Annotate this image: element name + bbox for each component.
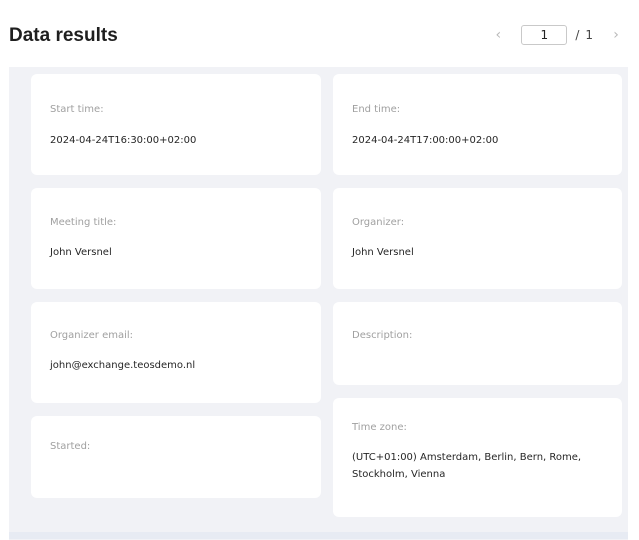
chevron-left-icon[interactable]: ‹ <box>491 27 505 43</box>
organizer-email-card: Organizer email: john@exchange.teosdemo.… <box>31 302 321 403</box>
bottom-strip <box>9 532 628 539</box>
description-label: Description: <box>352 330 413 341</box>
meeting-title-value: John Versnel <box>50 247 112 258</box>
page-separator: / <box>575 28 580 42</box>
organizer-email-value: john@exchange.teosdemo.nl <box>50 360 196 371</box>
chevron-right-icon[interactable]: › <box>609 27 623 43</box>
meeting-title-card: Meeting title: John Versnel <box>31 188 321 289</box>
meeting-title-label: Meeting title: <box>50 217 117 228</box>
start-time-label: Start time: <box>50 104 104 115</box>
end-time-label: End time: <box>352 104 401 115</box>
organizer-email-label: Organizer email: <box>50 330 134 341</box>
start-time-value: 2024-04-24T16:30:00+02:00 <box>50 135 197 146</box>
organizer-label: Organizer: <box>352 217 405 228</box>
page-title: Data results <box>9 25 118 46</box>
organizer-value: John Versnel <box>352 247 414 258</box>
total-pages: 1 <box>585 28 593 42</box>
time-zone-card: Time zone: (UTC+01:00) Amsterdam, Berlin… <box>333 398 622 517</box>
description-card: Description: <box>333 302 622 385</box>
page-number-input[interactable] <box>521 25 568 45</box>
end-time-card: End time: 2024-04-24T17:00:00+02:00 <box>333 74 622 175</box>
results-panel: Start time: 2024-04-24T16:30:00+02:00 En… <box>9 67 628 540</box>
start-time-card: Start time: 2024-04-24T16:30:00+02:00 <box>31 74 321 175</box>
time-zone-label: Time zone: <box>352 422 407 433</box>
end-time-value: 2024-04-24T17:00:00+02:00 <box>352 135 499 146</box>
started-label: Started: <box>50 441 91 452</box>
started-card: Started: <box>31 416 321 498</box>
organizer-card: Organizer: John Versnel <box>333 188 622 289</box>
time-zone-value: (UTC+01:00) Amsterdam, Berlin, Bern, Rom… <box>352 452 582 480</box>
pagination: ‹ / 1 › <box>491 24 623 46</box>
results-header: Data results ‹ / 1 › <box>0 0 639 67</box>
